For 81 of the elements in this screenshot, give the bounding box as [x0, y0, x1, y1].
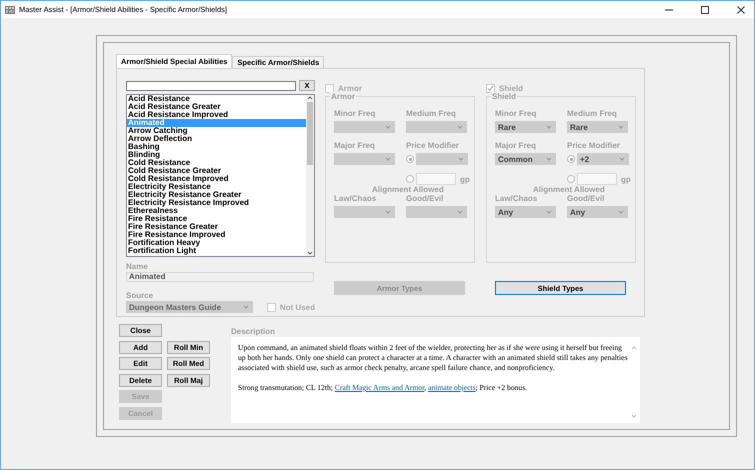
dropdown[interactable]: Rare [495, 121, 556, 133]
maximize-icon[interactable] [700, 4, 710, 14]
dropdown[interactable] [406, 206, 467, 218]
caret-icon [545, 156, 553, 162]
check-icon [487, 84, 494, 92]
radio-button[interactable] [567, 175, 575, 183]
field-label: Good/Evil [406, 194, 444, 203]
source-dropdown[interactable]: Dungeon Masters Guide [126, 301, 253, 313]
list-item[interactable]: Cold Resistance Improved [127, 175, 306, 183]
list-item[interactable]: Electricity Resistance Improved [127, 199, 306, 207]
dropdown[interactable]: Any [495, 206, 556, 218]
list-item[interactable]: Cold Resistance [127, 159, 306, 167]
field-label: Medium Freq [567, 109, 618, 118]
field-label: Major Freq [495, 141, 537, 150]
dropdown[interactable] [334, 121, 395, 133]
dropdown[interactable]: Common [495, 153, 556, 165]
caret-icon [384, 209, 392, 215]
radio-button[interactable] [406, 155, 414, 163]
caret-icon [617, 124, 625, 130]
list-item[interactable]: Acid Resistance [127, 95, 306, 103]
field-label: Major Freq [334, 141, 376, 150]
section-title: Alignment Allowed [372, 185, 444, 194]
caret-icon [384, 124, 392, 130]
scrollbar[interactable] [306, 95, 314, 256]
field-label: Law/Chaos [495, 194, 538, 203]
group-title: Shield [491, 92, 518, 101]
app-icon [5, 4, 15, 14]
name-field[interactable]: Animated [126, 272, 314, 282]
radio-button[interactable] [567, 155, 575, 163]
dropdown[interactable]: Any [567, 206, 628, 218]
list-item[interactable]: Electricity Resistance [127, 183, 306, 191]
caret-icon [456, 209, 464, 215]
gp-field[interactable] [416, 173, 456, 185]
dropdown[interactable] [416, 153, 468, 165]
name-label: Name [126, 262, 149, 271]
caret-icon [618, 156, 626, 162]
list-item[interactable]: Arrow Deflection [127, 135, 306, 143]
field-label: Law/Chaos [334, 194, 378, 203]
list-item[interactable]: Acid Resistance Improved [127, 111, 306, 119]
field-label: Price Modifier [567, 141, 621, 150]
caret-icon [242, 304, 250, 310]
gp-field[interactable] [577, 173, 617, 185]
caret-icon [545, 124, 553, 130]
description-label: Description [231, 327, 276, 336]
field-label: Price Modifier [406, 141, 460, 150]
field-label: Good/Evil [567, 194, 606, 203]
dropdown[interactable] [334, 206, 395, 218]
dropdown[interactable] [334, 153, 395, 165]
group-title: Armor [330, 92, 356, 101]
caret-icon [457, 156, 465, 162]
source-label: Source [126, 291, 154, 300]
list-item[interactable]: Fortification Light [127, 247, 306, 255]
unit-label: gp [460, 174, 470, 184]
list-item[interactable]: Etherealness [127, 207, 306, 215]
radio-button[interactable] [406, 175, 414, 183]
scroll-down-icon[interactable] [306, 250, 314, 256]
dropdown[interactable]: +2 [577, 153, 629, 165]
unit-label: gp [621, 174, 631, 184]
list-item[interactable]: Fire Resistance [127, 215, 306, 223]
scroll-up-icon[interactable] [306, 95, 314, 101]
caret-icon [384, 156, 392, 162]
close-icon[interactable] [736, 4, 746, 14]
caret-icon [617, 209, 625, 215]
search-field[interactable] [126, 80, 296, 90]
list-item[interactable]: Bashing [127, 143, 306, 151]
field-label: Medium Freq [406, 109, 457, 118]
field-label: Minor Freq [495, 109, 538, 118]
list-item[interactable]: Cold Resistance Greater [127, 167, 306, 175]
caret-icon [456, 124, 464, 130]
list-item[interactable]: Arrow Catching [127, 127, 306, 135]
list-item[interactable]: Acid Resistance Greater [127, 103, 306, 111]
dropdown[interactable]: Rare [567, 121, 628, 133]
list-item[interactable]: Fire Resistance Improved [127, 231, 306, 239]
list-item[interactable]: Electricity Resistance Greater [127, 191, 306, 199]
list-item[interactable]: Blinding [127, 151, 306, 159]
section-title: Alignment Allowed [533, 185, 605, 194]
list-item[interactable]: Fortification Heavy [127, 239, 306, 247]
caret-icon [545, 209, 553, 215]
list-item[interactable]: Fire Resistance Greater [127, 223, 306, 231]
dropdown[interactable] [406, 121, 467, 133]
field-label: Minor Freq [334, 109, 376, 118]
